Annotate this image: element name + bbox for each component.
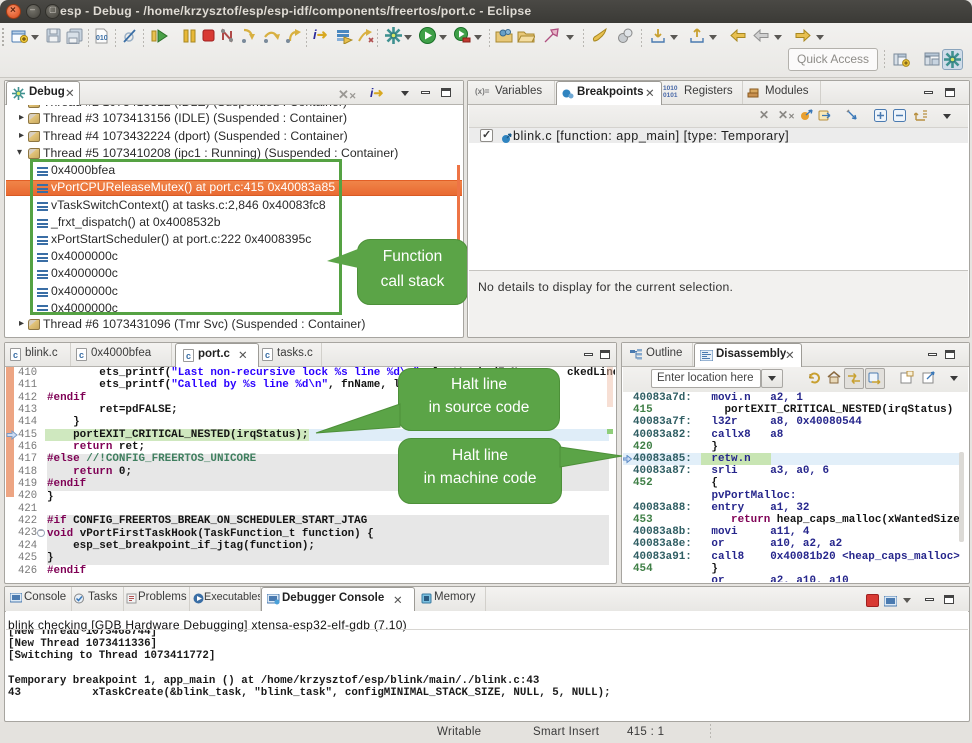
svg-text:010: 010 — [96, 35, 108, 42]
